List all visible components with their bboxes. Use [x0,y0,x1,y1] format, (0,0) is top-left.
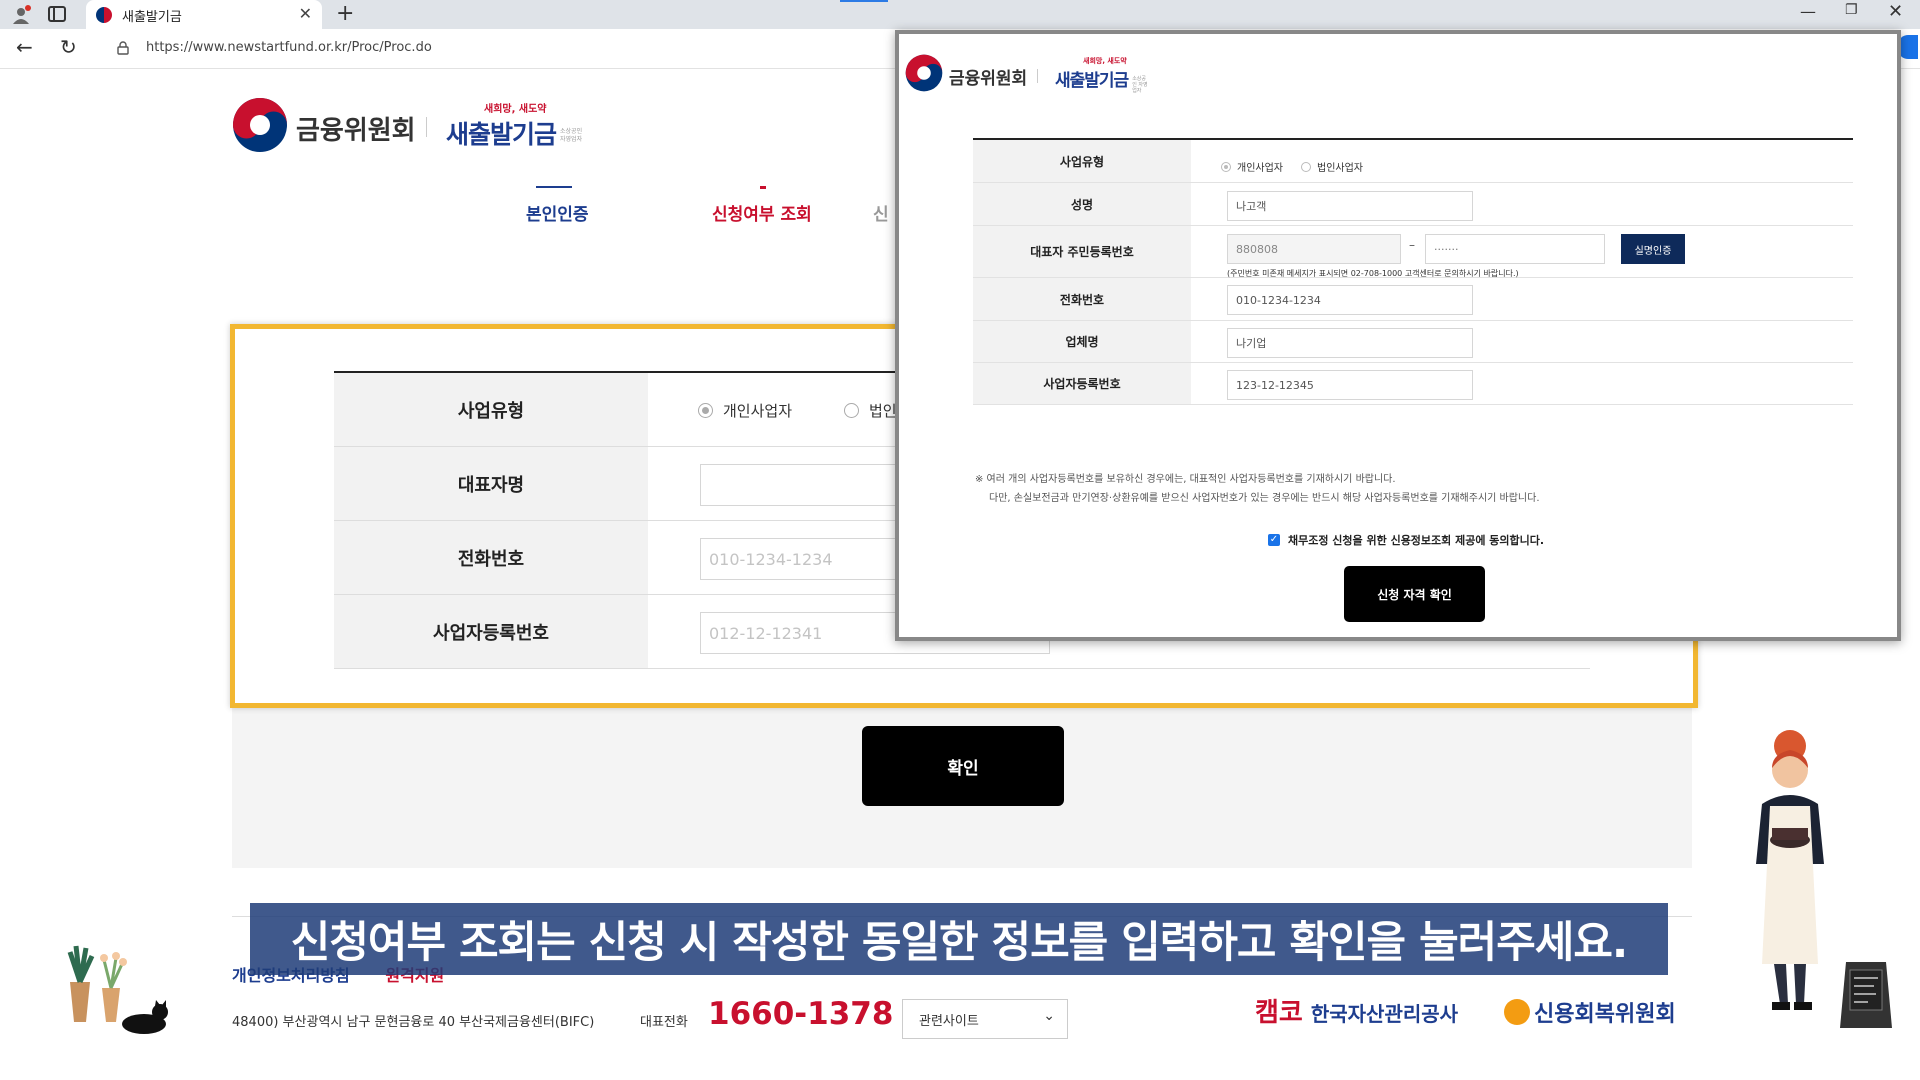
reload-icon[interactable]: ↻ [60,35,77,59]
bizno-label: 사업자등록번호 [334,595,648,668]
bizno-input[interactable]: 123-12-12345 [1227,370,1473,400]
profile-icon[interactable] [10,4,32,26]
fund-slogan: 새희망, 새도약 [484,104,547,115]
popup-window: 금융위원회 새희망, 새도약 새출발기금 소상공인 자영업자 사업유형 개인사업… [895,30,1901,641]
confirm-button[interactable]: 확인 [862,726,1064,806]
radio-dot-icon [844,403,859,418]
radio-individual[interactable]: 개인사업자 [698,400,792,421]
table-row: 사업유형 개인사업자 법인사업자 [973,140,1853,183]
step-identity-verification[interactable]: 본인인증 [526,200,589,225]
video-subtitle: 신청여부 조회는 신청 시 작성한 동일한 정보를 입력하고 확인을 눌러주세요… [250,903,1668,975]
eligibility-check-button[interactable]: 신청 자격 확인 [1344,566,1485,622]
bizno-label: 사업자등록번호 [973,363,1191,404]
radio-dot-icon [1301,161,1311,172]
related-sites-select[interactable]: 관련사이트 ⌄ [902,999,1068,1039]
phone-label: 전화번호 [334,521,648,594]
logo-divider [426,117,427,137]
biz-type-label: 사업유형 [973,140,1191,182]
kamco-logo[interactable]: 캠코 한국자산관리공사 [1255,992,1458,1029]
favicon-icon [96,7,112,23]
step-indicator-active [760,186,766,189]
step-application[interactable]: 신 [873,200,889,225]
menu-board-icon [1840,962,1892,1028]
tel-number: 1660-1378 [708,996,894,1032]
org-name: 금융위원회 [296,116,416,146]
baker-character-icon [1756,730,1824,1010]
fund-logo[interactable]: 새희망, 새도약 새출발기금 소상공인 자영업자 [446,100,582,151]
table-row: 사업자등록번호 123-12-12345 [973,363,1853,405]
table-row: 전화번호 010-1234-1234 [973,278,1853,321]
radio-dot-icon [698,403,713,418]
kamco-mark: 캠코 [1255,998,1303,1028]
radio-dot-icon [1221,161,1231,172]
phone-input[interactable]: 010-1234-1234 [1227,285,1473,315]
real-name-verify-button[interactable]: 실명인증 [1621,234,1685,264]
minimize-button[interactable]: — [1800,2,1816,21]
fund-name: 새출발기금 [1055,71,1129,91]
radio-individual[interactable]: 개인사업자 [1221,159,1283,174]
fsc-logo-icon [233,98,287,152]
table-row: 대표자 주민등록번호 880808 – ······· 실명인증 (주민번호 미… [973,226,1853,278]
footer-address: 48400) 부산광역시 남구 문현금융로 40 부산국제금융센터(BIFC) [232,1015,595,1030]
application-form-table: 사업유형 개인사업자 법인사업자 성명 나고객 대표자 주민등록번호 88080… [973,138,1853,405]
popup-org-name: 금융위원회 [949,69,1028,89]
rep-name-label: 대표자명 [334,447,648,520]
company-label: 업체명 [973,321,1191,362]
rrn-label: 대표자 주민등록번호 [973,226,1191,277]
name-input[interactable]: 나고객 [1227,191,1473,221]
table-row: 업체명 나기업 [973,321,1853,363]
step-indicator [536,186,572,188]
bizno-notice: ※ 여러 개의 사업자등록번호를 보유하신 경우에는, 대표적인 사업자등록번호… [975,474,1540,504]
browser-tab[interactable]: 새출발기금 ✕ [86,0,322,29]
radio-corporate[interactable]: 법인사업자 [1301,159,1363,174]
checkbox-checked-icon: ✓ [1268,534,1280,546]
ccrs-mark-icon [1504,999,1530,1025]
fund-small-text: 소상공인 자영업자 [1132,76,1148,94]
step-application-lookup[interactable]: 신청여부 조회 [712,200,812,225]
radio-corporate[interactable]: 법인 [844,400,897,421]
browser-extension-icon[interactable] [1898,35,1918,59]
name-label: 성명 [973,183,1191,225]
tab-accent [840,0,888,2]
tab-title: 새출발기금 [122,10,182,25]
ccrs-logo[interactable]: 신용회복위원회 [1504,996,1676,1028]
popup-fund-logo: 새희망, 새도약 새출발기금 소상공인 자영업자 [1055,56,1148,94]
company-input[interactable]: 나기업 [1227,328,1473,358]
tel-label: 대표전화 [640,1015,688,1030]
fsc-logo-icon [905,54,943,92]
rrn-dash: – [1409,238,1415,252]
fund-slogan: 새희망, 새도약 [1083,57,1127,65]
window-close-button[interactable]: ✕ [1888,1,1903,22]
chevron-down-icon: ⌄ [1043,1008,1055,1024]
table-row: 성명 나고객 [973,183,1853,226]
browser-tabstrip: 새출발기금 ✕ + — ❐ ✕ [0,0,1920,29]
tab-actions-icon[interactable] [48,6,66,22]
consent-checkbox[interactable]: ✓ 채무조정 신청을 위한 신용정보조회 제공에 동의합니다. [1268,532,1544,548]
url-field[interactable]: https://www.newstartfund.or.kr/Proc/Proc… [146,40,432,55]
rrn-front-input[interactable]: 880808 [1227,234,1401,264]
logo-divider [1037,69,1038,83]
fund-name: 새출발기금 [446,120,557,149]
rrn-back-input[interactable]: ······· [1425,234,1605,264]
biz-type-label: 사업유형 [334,373,648,446]
fund-small-text: 소상공인 자영업자 [560,128,583,143]
back-arrow-icon[interactable]: ← [16,35,33,59]
new-tab-button[interactable]: + [336,1,354,26]
plant-cat-illustration-icon [67,945,168,1034]
phone-label: 전화번호 [973,278,1191,320]
tab-close-icon[interactable]: ✕ [299,4,312,23]
maximize-button[interactable]: ❐ [1845,2,1858,18]
site-info-icon[interactable] [116,41,130,55]
